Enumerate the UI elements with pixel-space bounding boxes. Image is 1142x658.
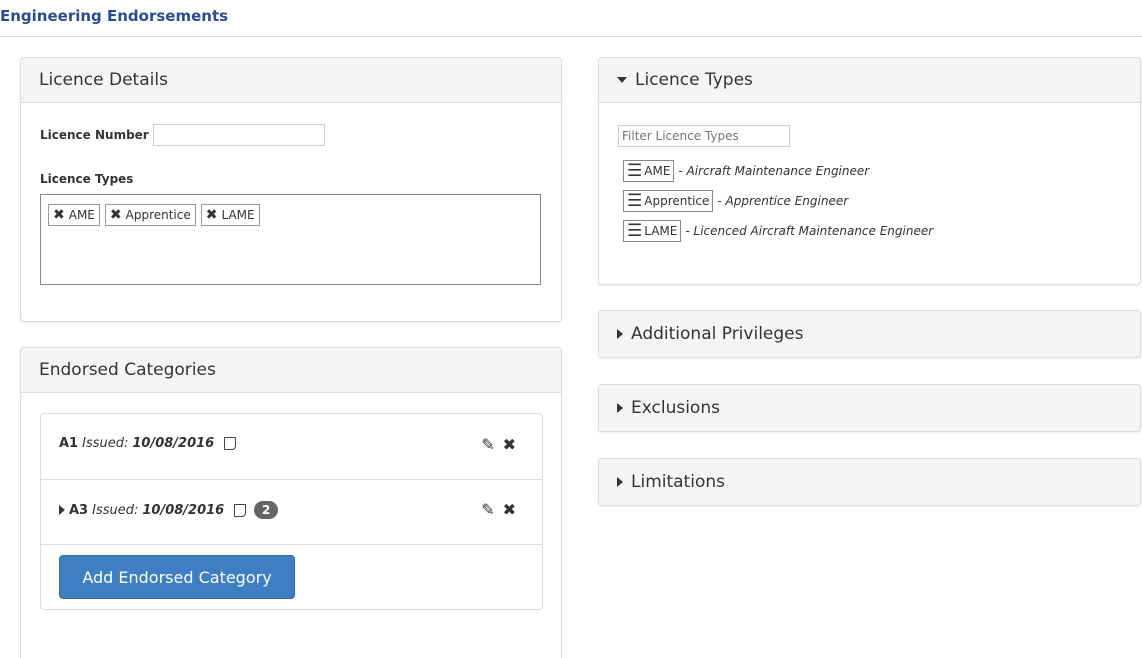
menu-icon[interactable]: ☰	[627, 222, 642, 240]
additional-privileges-panel: Additional Privileges	[598, 310, 1141, 358]
panel-title: Exclusions	[631, 398, 720, 418]
selected-type-tag-apprentice[interactable]: ✖ Apprentice	[104, 204, 196, 226]
tag-label: AME	[68, 208, 95, 222]
licence-type-item[interactable]: ☰ Apprentice - Apprentice Engineer	[623, 188, 848, 214]
caret-right-icon	[617, 477, 623, 487]
menu-icon[interactable]: ☰	[627, 162, 642, 180]
licence-details-heading: Licence Details	[21, 58, 561, 103]
x-icon[interactable]: ✖	[110, 207, 122, 223]
x-icon[interactable]: ✖	[53, 207, 65, 223]
tag-label: Apprentice	[125, 208, 191, 222]
exclusions-panel: Exclusions	[598, 384, 1141, 432]
licence-type-desc: - Licenced Aircraft Maintenance Engineer	[685, 224, 934, 238]
licence-type-desc: - Apprentice Engineer	[717, 194, 849, 208]
licence-type-code: AME	[644, 164, 671, 178]
panel-title: Limitations	[631, 472, 725, 492]
issued-label: Issued:	[82, 436, 129, 451]
note-icon[interactable]	[234, 503, 247, 517]
page-title: Engineering Endorsements	[0, 7, 229, 25]
pencil-icon[interactable]: ✎	[481, 500, 494, 519]
licence-details-title: Licence Details	[39, 70, 168, 90]
caret-right-icon	[617, 329, 623, 339]
menu-icon[interactable]: ☰	[627, 192, 642, 210]
caret-down-icon	[617, 77, 627, 83]
pencil-icon[interactable]: ✎	[481, 435, 494, 454]
tag-label: LAME	[221, 208, 255, 222]
licence-number-input[interactable]	[152, 124, 325, 146]
x-icon[interactable]: ✖	[206, 207, 218, 223]
title-divider	[0, 36, 1142, 37]
list-item[interactable]: A3 Issued: 10/08/2016 2 ✎ ✖	[41, 479, 542, 545]
licence-types-panel: Licence Types ☰AME - Aircraft Maintenanc…	[598, 57, 1141, 285]
note-icon[interactable]	[224, 437, 237, 450]
licence-type-item[interactable]: ☰ LAME - Licenced Aircraft Maintenance En…	[623, 218, 933, 244]
limitations-heading[interactable]: Limitations	[599, 459, 1140, 505]
issued-date: 10/08/2016	[132, 436, 215, 451]
selected-type-tag-lame[interactable]: ✖ LAME	[200, 204, 260, 226]
endorsed-categories-panel: Endorsed Categories A1 Issued: 10/08/201…	[20, 347, 562, 658]
issued-date: 10/08/2016	[142, 502, 225, 518]
licence-type-code: Apprentice	[644, 194, 710, 208]
limitations-panel: Limitations	[598, 458, 1141, 506]
selected-type-tag-ame[interactable]: ✖ AME	[48, 204, 100, 226]
filter-licence-types-input[interactable]	[618, 125, 790, 147]
x-icon[interactable]: ✖	[503, 500, 516, 519]
panel-title: Additional Privileges	[631, 324, 804, 344]
licence-types-heading[interactable]: Licence Types	[599, 58, 1140, 103]
licence-types-label: Licence Types	[40, 172, 134, 186]
count-badge: 2	[254, 501, 279, 519]
licence-type-code: LAME	[644, 224, 678, 238]
endorsed-categories-title: Endorsed Categories	[39, 360, 216, 380]
x-icon[interactable]: ✖	[503, 435, 516, 454]
licence-types-select[interactable]: ✖ AME ✖ Apprentice ✖ LAME	[40, 194, 541, 285]
licence-details-panel: Licence Details Licence Number Licence T…	[20, 57, 562, 322]
caret-right-icon	[617, 403, 623, 413]
expand-caret-icon[interactable]	[59, 505, 65, 515]
licence-type-item[interactable]: ☰ AME - Aircraft Maintenance Engineer	[623, 158, 869, 184]
issued-label: Issued:	[92, 502, 139, 518]
licence-number-label: Licence Number	[40, 128, 149, 142]
list-item[interactable]: A1 Issued: 10/08/2016 ✎ ✖	[41, 414, 542, 480]
endorsed-category-list: A1 Issued: 10/08/2016 ✎ ✖ A3 Issued: 10/0…	[40, 413, 543, 610]
licence-types-title: Licence Types	[635, 70, 753, 90]
exclusions-heading[interactable]: Exclusions	[599, 385, 1140, 431]
category-code: A3	[69, 502, 89, 518]
additional-privileges-heading[interactable]: Additional Privileges	[599, 311, 1140, 357]
licence-type-desc: - Aircraft Maintenance Engineer	[678, 164, 870, 178]
category-code: A1	[59, 436, 79, 451]
add-endorsed-category-button[interactable]: Add Endorsed Category	[59, 555, 295, 599]
endorsed-categories-heading: Endorsed Categories	[21, 348, 561, 393]
